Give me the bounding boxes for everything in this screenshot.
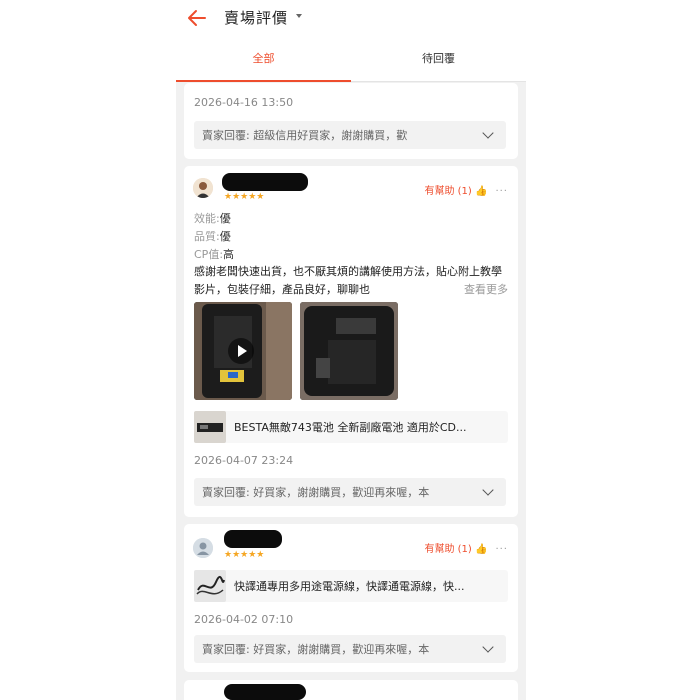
attribute-value: 高 [223,248,235,261]
page-title[interactable]: 賣場評價 [224,7,288,28]
product-link[interactable]: BESTA無敵743電池 全新副廠電池 適用於CD... [194,411,508,443]
user-photo-icon [193,178,213,198]
seller-reply-text: 賣家回覆: 好買家，謝謝購買，歡迎再來喔，本 [202,486,430,499]
more-options-icon[interactable]: ··· [495,186,508,197]
seller-reply-text: 賣家回覆: 好買家，謝謝購買，歡迎再來喔，本 [202,643,430,656]
chevron-down-icon[interactable] [482,127,494,139]
tab-bar: 全部 待回覆 [176,36,526,82]
star-rating: ★★★★★ [224,550,265,560]
review-card: ★★★★★ 有幫助 (1) 👍 ··· 效能:優 品質:優 CP值:高 感謝老闆快… [184,166,518,517]
redacted-username [224,684,306,700]
review-card: ★★★★★ 有幫助 (1) 👍 ··· 快譯通專用多用途電源線，快譯通電源線，快.… [184,524,518,672]
product-name: 快譯通專用多用途電源線，快譯通電源線，快... [234,580,465,593]
product-thumbnail-icon [194,411,226,443]
attribute-key: 品質: [194,230,220,243]
redacted-username [222,173,308,191]
seller-reply-text: 賣家回覆: 超級信用好買家，謝謝購買，歡 [202,129,408,142]
review-photo[interactable] [300,302,398,400]
product-thumbnail-icon [194,570,226,602]
review-date: 2026-04-02 07:10 [194,613,294,626]
product-link[interactable]: 快譯通專用多用途電源線，快譯通電源線，快... [194,570,508,602]
back-arrow-icon[interactable] [186,7,208,29]
attribute-value: 優 [219,230,231,243]
tab-pending-reply[interactable]: 待回覆 [351,36,526,82]
review-video[interactable] [194,302,292,400]
top-bar: 賣場評價 [176,0,526,36]
default-user-icon [193,538,213,558]
attribute-key: CP值: [194,248,224,261]
attribute-key: 效能: [194,212,220,225]
helpful-label: 有幫助 (1) 👍 [424,544,488,555]
play-icon[interactable] [228,338,254,364]
seller-reply[interactable]: 賣家回覆: 好買家，謝謝購買，歡迎再來喔，本 [194,478,506,506]
avatar[interactable] [193,538,213,558]
review-attribute: 品質:優 [194,228,231,244]
review-date: 2026-04-07 23:24 [194,454,294,467]
redacted-username [224,530,282,548]
review-date: 2026-04-16 13:50 [194,96,294,109]
see-more-label: 查看更多 [464,283,508,296]
chevron-down-icon[interactable] [482,484,494,496]
attribute-value: 優 [219,212,231,225]
more-options-icon[interactable]: ··· [495,544,508,555]
star-rating: ★★★★★ [224,192,265,202]
avatar[interactable] [193,178,213,198]
review-attribute: 效能:優 [194,210,231,226]
helpful-button[interactable]: 有幫助 (1) 👍 ··· [424,540,508,555]
tab-all[interactable]: 全部 [176,36,351,82]
review-card [184,680,518,700]
seller-reply[interactable]: 賣家回覆: 超級信用好買家，謝謝購買，歡 [194,121,506,149]
product-name: BESTA無敵743電池 全新副廠電池 適用於CD... [234,421,467,434]
caret-down-icon[interactable] [296,14,302,18]
review-attribute: CP值:高 [194,246,234,262]
seller-reply[interactable]: 賣家回覆: 好買家，謝謝購買，歡迎再來喔，本 [194,635,506,663]
review-card: 2026-04-16 13:50 賣家回覆: 超級信用好買家，謝謝購買，歡 [184,83,518,159]
review-screen: 賣場評價 全部 待回覆 2026-04-16 13:50 賣家回覆: 超級信用好… [176,0,526,700]
helpful-button[interactable]: 有幫助 (1) 👍 ··· [424,182,508,197]
helpful-label: 有幫助 (1) 👍 [424,186,488,197]
chevron-down-icon[interactable] [482,641,494,653]
see-more-link[interactable]: 查看更多 [446,281,508,297]
device-photo-icon [300,302,398,400]
